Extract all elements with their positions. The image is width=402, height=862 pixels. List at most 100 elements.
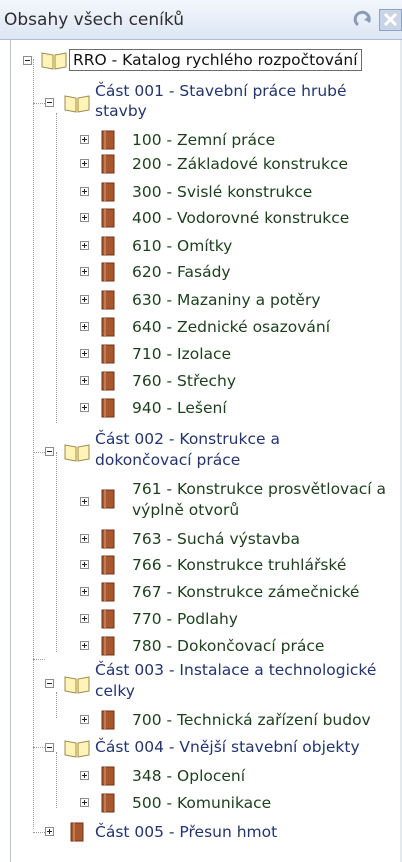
close-icon — [383, 12, 398, 27]
expand-toggle[interactable] — [80, 534, 89, 543]
collapse-toggle[interactable] — [45, 679, 54, 688]
tree-node-section-005[interactable]: Část 005 - Přesun hmot — [40, 820, 398, 844]
item-label: 620 - Fasády — [132, 263, 231, 281]
expand-toggle[interactable] — [80, 295, 89, 304]
item-label: 760 - Střechy — [132, 372, 237, 390]
binder-icon — [101, 290, 115, 310]
tree-item-620[interactable]: 620 - Fasády — [60, 260, 398, 284]
item-label: 763 - Suchá výstavba — [132, 530, 300, 548]
expand-toggle[interactable] — [80, 187, 89, 196]
expand-toggle[interactable] — [80, 159, 89, 168]
expand-toggle[interactable] — [80, 497, 89, 506]
expand-toggle[interactable] — [80, 376, 89, 385]
binder-icon — [101, 793, 115, 813]
expand-toggle[interactable] — [80, 349, 89, 358]
expand-toggle[interactable] — [45, 827, 54, 836]
expand-toggle[interactable] — [80, 241, 89, 250]
tree-item-640[interactable]: 640 - Zednické osazování — [60, 315, 398, 339]
binder-icon — [101, 262, 115, 282]
tree-item-400[interactable]: 400 - Vodorovné konstrukce — [60, 206, 398, 230]
item-label: 940 - Lešení — [132, 399, 227, 417]
tree-item-763[interactable]: 763 - Suchá výstavba — [60, 527, 398, 551]
binder-icon — [70, 822, 84, 842]
tree-item-200[interactable]: 200 - Základové konstrukce — [60, 152, 398, 176]
root-label: RRO - Katalog rychlého rozpočtování — [69, 49, 362, 71]
tree-item-770[interactable]: 770 - Podlahy — [60, 607, 398, 631]
item-label: 400 - Vodorovné konstrukce — [132, 209, 350, 227]
binder-icon — [101, 609, 115, 629]
collapse-toggle[interactable] — [45, 743, 54, 752]
section-label-line1: Část 001 - Stavební práce hrubé — [95, 82, 347, 100]
binder-icon — [101, 489, 115, 509]
binder-icon — [101, 371, 115, 391]
refresh-icon — [353, 10, 371, 26]
book-icon — [64, 95, 90, 113]
tree-node-section-001[interactable]: Část 001 - Stavební práce hrubé stavby — [40, 80, 398, 126]
tree-item-630[interactable]: 630 - Mazaniny a potěry — [60, 288, 398, 312]
tree-item-500[interactable]: 500 - Komunikace — [60, 791, 398, 815]
item-label: 500 - Komunikace — [132, 794, 272, 812]
item-label: 300 - Svislé konstrukce — [132, 183, 313, 201]
tree-item-348[interactable]: 348 - Oplocení — [60, 764, 398, 788]
binder-icon — [101, 710, 115, 730]
binder-icon — [101, 636, 115, 656]
expand-toggle[interactable] — [80, 322, 89, 331]
tree-item-710[interactable]: 710 - Izolace — [60, 342, 398, 366]
collapse-toggle[interactable] — [45, 447, 54, 456]
expand-toggle[interactable] — [80, 614, 89, 623]
item-label: 348 - Oplocení — [132, 767, 246, 785]
book-icon — [41, 52, 67, 70]
binder-icon — [101, 398, 115, 418]
tree-item-761[interactable]: 761 - Konstrukce prosvětlovací a výplně … — [60, 477, 398, 523]
item-label-line2: výplně otvorů — [132, 501, 240, 519]
tree-item-767[interactable]: 767 - Konstrukce zámečnické — [60, 580, 398, 604]
expand-toggle[interactable] — [80, 560, 89, 569]
expand-toggle[interactable] — [80, 798, 89, 807]
tree-item-766[interactable]: 766 - Konstrukce truhlářské — [60, 553, 398, 577]
collapse-toggle[interactable] — [23, 56, 32, 65]
book-icon — [64, 676, 90, 694]
section-label-line1: Část 003 - Instalace a technologické — [95, 661, 377, 679]
section-label-line1: Část 002 - Konstrukce a — [95, 430, 280, 448]
tree-item-300[interactable]: 300 - Svislé konstrukce — [60, 180, 398, 204]
item-label: 780 - Dokončovací práce — [132, 637, 325, 655]
tree-node-root[interactable]: RRO - Katalog rychlého rozpočtování — [18, 49, 398, 73]
binder-icon — [101, 236, 115, 256]
expand-toggle[interactable] — [80, 403, 89, 412]
item-label: 640 - Zednické osazování — [132, 318, 331, 336]
collapse-toggle[interactable] — [45, 98, 54, 107]
expand-toggle[interactable] — [80, 771, 89, 780]
item-label: 100 - Zemní práce — [132, 131, 276, 149]
panel-title: Obsahy všech ceníků — [4, 10, 184, 30]
binder-icon — [101, 344, 115, 364]
tree-node-section-002[interactable]: Část 002 - Konstrukce a dokončovací prác… — [40, 428, 398, 474]
panel-header: Obsahy všech ceníků — [0, 0, 402, 40]
item-label: 700 - Technická zařízení budov — [132, 711, 371, 729]
tree-item-100[interactable]: 100 - Zemní práce — [60, 128, 398, 152]
tree-item-780[interactable]: 780 - Dokončovací práce — [60, 634, 398, 658]
binder-icon — [101, 555, 115, 575]
expand-toggle[interactable] — [80, 267, 89, 276]
refresh-button[interactable] — [351, 9, 375, 31]
tree-node-section-004[interactable]: Část 004 - Vnější stavební objekty — [40, 736, 398, 760]
binder-icon — [101, 154, 115, 174]
item-label: 766 - Konstrukce truhlářské — [132, 556, 347, 574]
expand-toggle[interactable] — [80, 135, 89, 144]
expand-toggle[interactable] — [80, 213, 89, 222]
section-label-line2: stavby — [95, 102, 147, 120]
panel-left-border — [10, 40, 11, 862]
tree-item-760[interactable]: 760 - Střechy — [60, 369, 398, 393]
binder-icon — [101, 130, 115, 150]
expand-toggle[interactable] — [80, 715, 89, 724]
section-label-line2: celky — [95, 682, 135, 700]
tree-item-610[interactable]: 610 - Omítky — [60, 234, 398, 258]
close-button[interactable] — [379, 9, 402, 31]
tree-item-700[interactable]: 700 - Technická zařízení budov — [60, 708, 398, 732]
expand-toggle[interactable] — [80, 641, 89, 650]
catalog-tree-panel: Obsahy všech ceníků RRO - Katalog rychlé… — [0, 0, 402, 862]
book-icon — [64, 740, 90, 758]
tree-node-section-003[interactable]: Část 003 - Instalace a technologické cel… — [40, 659, 398, 705]
tree-item-940[interactable]: 940 - Lešení — [60, 396, 398, 420]
expand-toggle[interactable] — [80, 587, 89, 596]
binder-icon — [101, 582, 115, 602]
